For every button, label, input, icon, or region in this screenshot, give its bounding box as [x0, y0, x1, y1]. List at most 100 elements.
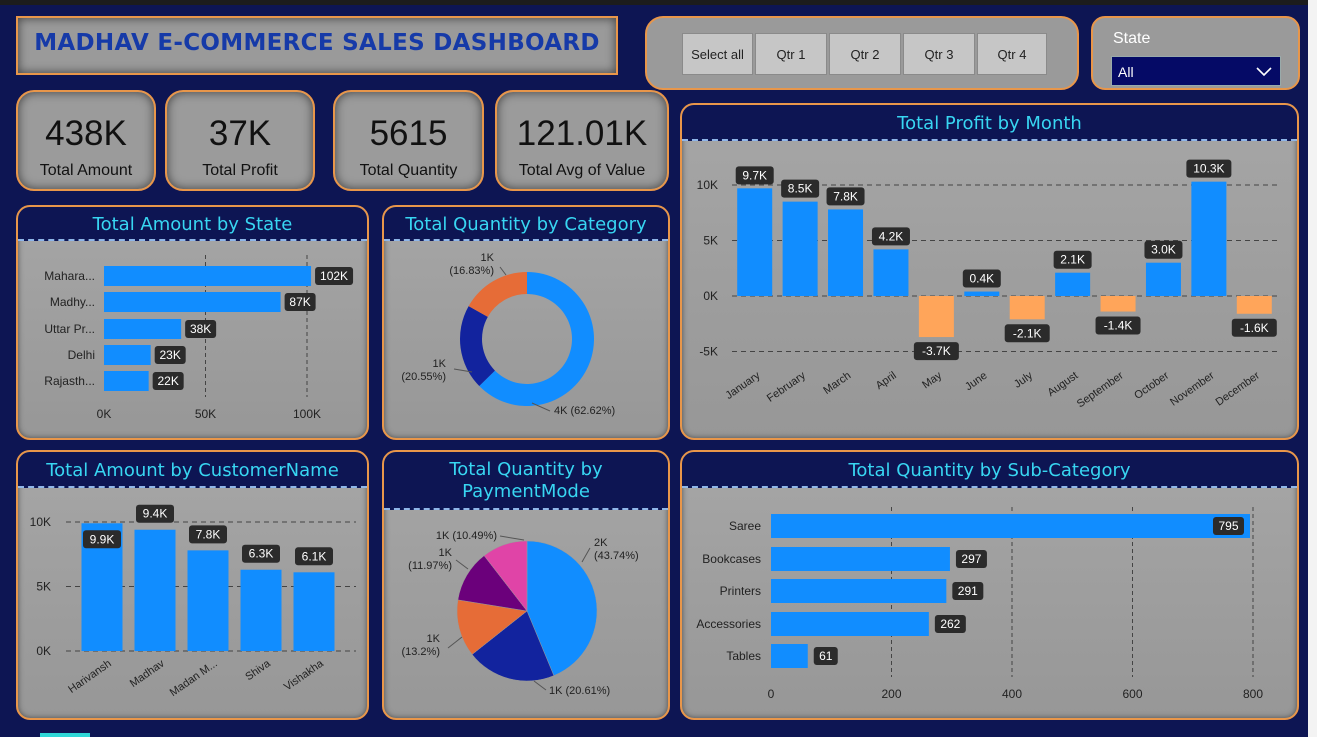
state-dropdown[interactable]: All [1111, 56, 1281, 86]
data-label: 3.0K [1151, 243, 1176, 257]
bar [828, 209, 864, 296]
bar [104, 319, 182, 339]
data-label: 9.9K [90, 532, 115, 546]
data-label: 6.1K [302, 549, 327, 563]
bar [1145, 262, 1181, 296]
data-label: 8.5K [788, 182, 813, 196]
bar [771, 612, 929, 636]
data-label: 61 [819, 649, 833, 663]
x-tick-label: 0K [97, 407, 112, 421]
data-label: 87K [289, 295, 310, 309]
x-tick-label: November [1168, 369, 1217, 408]
kpi-label: Total Amount [39, 162, 133, 179]
bar [737, 188, 773, 296]
y-tick-label: Mahara... [44, 269, 95, 283]
kpi-total-quantity: 5615 Total Quantity [333, 90, 484, 191]
x-tick-label: 400 [1002, 687, 1022, 701]
y-tick-label: Saree [729, 519, 761, 533]
x-tick-label: September [1075, 369, 1126, 410]
kpi-total-amount: 438K Total Amount [16, 90, 156, 191]
select-all-button[interactable]: Select all [682, 33, 753, 75]
dashboard-title: MADHAV E-COMMERCE SALES DASHBOARD [34, 30, 600, 56]
kpi-value: 121.01K [516, 114, 648, 153]
bar [240, 569, 282, 651]
data-label: 38K [190, 322, 211, 336]
chart-profit-by-month: 10K 5K 0K -5K 9.7K January 8.5K February 7.8K Mar… [697, 159, 1277, 410]
slice-label: (11.97%) [408, 560, 452, 572]
page-tab-indicator [40, 733, 90, 737]
slice-label: (43.74%) [594, 550, 639, 562]
chart-quantity-by-category: 4K (62.62%)1K(20.55%)1K(16.83%) [401, 252, 615, 417]
x-tick-label: January [723, 369, 762, 402]
qtr3-button[interactable]: Qtr 3 [903, 33, 975, 75]
y-tick-label: 5K [703, 234, 718, 248]
chevron-down-icon [1256, 67, 1272, 77]
slice-label: 4K (62.62%) [554, 405, 615, 417]
x-tick-label: 100K [293, 407, 321, 421]
x-tick-label: February [765, 369, 808, 404]
leader-line [581, 547, 591, 563]
data-label: 9.4K [143, 507, 168, 521]
window-right-border [1308, 0, 1317, 737]
kpi-label: Total Avg of Value [518, 162, 646, 179]
chart-amount-by-state: 0K 50K 100K Mahara... 102K Madhy... 87K Uttar P… [44, 255, 354, 421]
kpi-total-avg-value: 121.01K Total Avg of Value [495, 90, 669, 191]
slice-label: 1K (20.61%) [549, 685, 610, 697]
leader-line [499, 535, 525, 541]
state-dropdown-value: All [1118, 64, 1134, 80]
x-tick-label: 200 [881, 687, 901, 701]
bar [918, 296, 954, 338]
data-label: 297 [961, 552, 981, 566]
leader-line [499, 266, 507, 276]
chart-card-quantity-by-category: Total Quantity by Category 4K (62.62%) 1K… [382, 205, 670, 440]
kpi-label: Total Quantity [359, 162, 458, 179]
bar [104, 266, 312, 286]
chart-amount-by-customer: 10K 5K 0K 9.9K Harivansh 9.4K Madhav 7.8K Madan … [30, 504, 356, 699]
donut-slice [468, 272, 527, 317]
quarter-slicer: Select all Qtr 1 Qtr 2 Qtr 3 Qtr 4 [645, 16, 1079, 90]
x-tick-label: May [920, 369, 944, 391]
y-tick-label: Printers [720, 584, 761, 598]
bar [771, 547, 950, 571]
qtr2-button[interactable]: Qtr 2 [829, 33, 901, 75]
y-tick-label: Madhy... [50, 295, 95, 309]
kpi-label: Total Profit [202, 162, 278, 179]
chart-quantity-by-subcategory: 0 200 400 600 800 Saree 795 Bookcases 297 Printer… [696, 507, 1263, 701]
bar [1236, 296, 1272, 314]
x-tick-label: October [1132, 369, 1171, 401]
x-tick-label: December [1214, 369, 1263, 408]
x-tick-label: Shiva [243, 657, 273, 683]
data-label: 10.3K [1193, 162, 1224, 176]
data-label: 22K [157, 374, 178, 388]
donut-slice [460, 306, 495, 387]
leader-line [447, 636, 463, 649]
bar [104, 292, 281, 312]
y-tick-label: 5K [36, 580, 51, 594]
y-tick-label: 0K [703, 289, 718, 303]
bar [771, 579, 947, 603]
bar [104, 345, 151, 365]
slice-label: (13.2%) [401, 646, 440, 658]
qtr1-button[interactable]: Qtr 1 [755, 33, 827, 75]
data-label: 2.1K [1060, 253, 1085, 267]
data-label: 795 [1218, 519, 1238, 533]
data-label: 102K [320, 269, 348, 283]
bar [771, 514, 1250, 538]
x-tick-label: 50K [195, 407, 216, 421]
leader-line [533, 680, 547, 691]
x-tick-label: March [821, 370, 853, 397]
leader-line [455, 559, 469, 570]
data-label: 4.2K [879, 229, 904, 243]
slice-label: 1K [481, 252, 495, 264]
kpi-total-profit: 37K Total Profit [165, 90, 315, 191]
x-tick-label: Vishakha [282, 657, 327, 693]
bar [873, 249, 909, 296]
chart-card-amount-by-customer: Total Amount by CustomerName 10K 5K 0K 9.9K… [16, 450, 369, 720]
chart-card-amount-by-state: Total Amount by State 0K 50K 100K Mahara...… [16, 205, 369, 440]
chart-card-profit-by-month: Total Profit by Month 10K 5K 0K -5K 9.7K Janu… [680, 103, 1299, 440]
y-tick-label: 0K [36, 644, 51, 658]
x-tick-label: 800 [1243, 687, 1263, 701]
x-tick-label: July [1012, 369, 1035, 390]
kpi-value: 5615 [369, 114, 448, 153]
qtr4-button[interactable]: Qtr 4 [977, 33, 1047, 75]
